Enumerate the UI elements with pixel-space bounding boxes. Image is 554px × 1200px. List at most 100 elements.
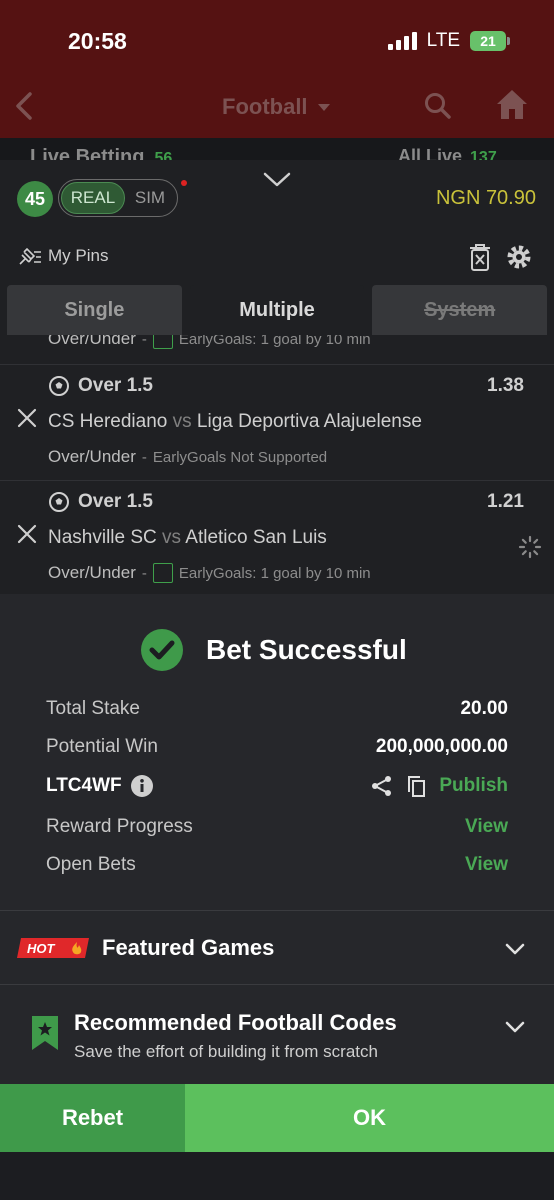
recommended-codes-section[interactable]: Recommended Football Codes Save the effo… [0,986,554,1084]
mode-toggle[interactable]: REAL SIM [58,179,178,217]
reward-progress-label: Reward Progress [46,816,193,837]
info-icon[interactable] [130,774,154,798]
bottom-safe-area [0,1152,554,1200]
signal-icon [387,32,417,50]
tab-single[interactable]: Single [7,285,182,335]
battery-level: 21 [470,31,506,51]
my-pins-label: My Pins [48,246,109,265]
all-live-count: 137 [470,149,497,160]
selection-teams: CS Herediano vs Liga Deportiva Alajuelen… [48,411,422,433]
list-item: Over 1.5 1.21 Nashville SC vs Atletico S… [0,481,554,594]
bookmark-star-icon [32,1016,58,1050]
total-stake-row: Total Stake 20.00 [46,698,508,720]
live-betting-link[interactable]: Live Betting 56 [30,146,172,160]
selection-odds: 1.38 [487,375,524,396]
chevron-down-icon[interactable] [262,170,292,190]
vs-label: vs [172,411,192,432]
top-app-bar: 20:58 LTE 21 Football Live Betting 56 All… [0,0,554,160]
total-stake-value: 20.00 [460,698,508,719]
live-strip: Live Betting 56 All Live 137 [0,138,554,160]
reward-view-link[interactable]: View [465,816,508,838]
booking-code-row: LTC4WF Publish [46,774,508,798]
success-header: Bet Successful [140,628,407,672]
selection-market-type: Over/Under - EarlyGoals: 1 goal by 10 mi… [48,335,371,349]
divider [0,984,554,985]
rebet-button[interactable]: Rebet [0,1084,185,1152]
home-team: Nashville SC [48,527,157,548]
hot-badge-label: HOT [27,941,56,956]
selection-market-type: Over/Under - EarlyGoals: 1 goal by 10 mi… [48,563,371,583]
spinner-icon [518,535,542,559]
mode-real-option[interactable]: REAL [61,182,125,214]
potential-win-label: Potential Win [46,736,158,757]
live-betting-label: Live Betting [30,146,145,160]
check-circle-icon [141,629,183,671]
early-goals-checkbox[interactable] [152,335,173,349]
success-title: Bet Successful [206,634,407,665]
search-icon[interactable] [424,92,452,120]
open-bets-row: Open Bets View [46,854,508,876]
sport-selector[interactable]: Football [222,94,330,120]
reward-progress-row: Reward Progress View [46,816,508,838]
caret-down-icon [317,103,330,111]
sport-title: Football [222,94,308,119]
potential-win-value: 200,000,000.00 [375,736,508,757]
bet-count-badge: 45 [17,181,53,217]
trash-icon[interactable] [466,242,494,272]
chevron-down-icon[interactable] [504,942,526,956]
early-goals-checkbox[interactable] [152,563,173,583]
vs-label: vs [162,527,182,548]
early-goals-label: EarlyGoals Not Supported [152,448,328,466]
notification-dot [181,180,187,186]
soccer-ball-icon [49,492,69,512]
back-arrow-icon[interactable] [10,88,40,124]
early-goals-label: EarlyGoals: 1 goal by 10 min [178,335,371,348]
booking-code: LTC4WF [46,774,154,798]
close-icon[interactable] [16,523,38,545]
market-type-label: Over/Under [48,335,136,348]
market-type-label: Over/Under [48,563,136,582]
selection-market: Over 1.5 [48,491,153,513]
home-icon[interactable] [494,86,530,122]
selection-market: Over 1.5 [48,375,153,397]
tab-single-label: Single [64,298,125,321]
tab-multiple[interactable]: Multiple [189,285,365,335]
potential-win-row: Potential Win 200,000,000.00 [46,736,508,758]
recommended-codes-subtitle: Save the effort of building it from scra… [74,1042,378,1061]
live-betting-count: 56 [154,150,173,160]
battery-icon: 21 [470,31,510,51]
recommended-codes-title: Recommended Football Codes [74,1010,397,1035]
open-bets-label: Open Bets [46,854,136,875]
total-stake-label: Total Stake [46,698,140,719]
all-live-link[interactable]: All Live 137 [398,146,497,160]
status-indicators: LTE 21 [387,30,510,52]
my-pins-button[interactable]: My Pins [18,246,108,266]
all-live-label: All Live [398,146,463,160]
soccer-ball-icon [49,376,69,396]
chevron-down-icon[interactable] [504,1020,526,1034]
market-label: Over 1.5 [78,491,153,512]
away-team: Liga Deportiva Alajuelense [196,411,422,432]
publish-link[interactable]: Publish [439,775,508,797]
market-label: Over 1.5 [78,375,153,396]
account-balance: NGN 70.90 [435,187,536,209]
status-time: 20:58 [68,28,127,54]
featured-games-label: Featured Games [102,935,275,960]
pin-icon [19,247,41,265]
away-team: Atletico San Luis [185,527,327,548]
divider [0,910,554,911]
market-type-label: Over/Under [48,447,136,466]
share-icon[interactable] [371,775,393,797]
copy-icon[interactable] [405,774,427,798]
network-label: LTE [426,30,460,51]
footer-actions: Rebet OK [0,1084,554,1152]
ok-button[interactable]: OK [185,1084,554,1152]
open-bets-view-link[interactable]: View [465,854,508,876]
mode-sim-option[interactable]: SIM [125,182,175,214]
featured-games-section[interactable]: HOT Featured Games [0,912,554,986]
selection-odds: 1.21 [487,491,524,512]
tab-system[interactable]: System [372,285,548,335]
tab-system-label: System [424,298,496,321]
close-icon[interactable] [16,407,38,429]
gear-icon[interactable] [505,243,533,271]
